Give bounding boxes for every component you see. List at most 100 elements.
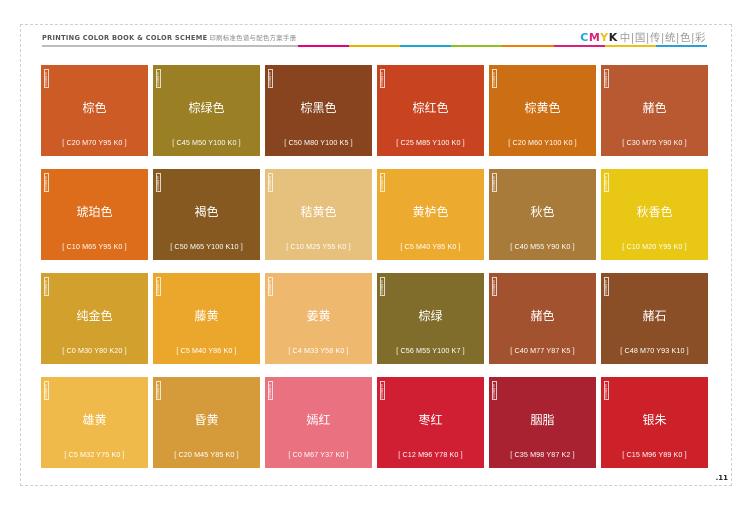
brand-letter-k: K	[608, 31, 618, 44]
swatch-name: 棕绿	[418, 309, 443, 323]
swatch-badge: 中国色彩	[604, 173, 609, 192]
header-title-cn: 印刷标准色谱与配色方案手册	[209, 34, 297, 42]
header-title-en: PRINTING COLOR BOOK & COLOR SCHEME	[42, 34, 208, 42]
swatch-badge: 中国色彩	[268, 277, 273, 296]
swatch-cmyk-code: [ C15 M96 Y89 K0 ]	[622, 450, 687, 459]
color-swatch: 中国色彩棕绿 [ C56 M55 Y100 K7 ]	[377, 273, 484, 364]
swatch-badge: 中国色彩	[44, 69, 49, 88]
color-swatch: 中国色彩 棕色 [ C20 M70 Y95 K0 ]	[41, 65, 148, 156]
color-swatch: 中国色彩 昏黄 [ C20 M45 Y85 K0 ]	[153, 377, 260, 468]
color-swatch: 中国色彩嫣红 [ C0 M67 Y37 K0 ]	[265, 377, 372, 468]
swatch-cmyk-code: [ C4 M33 Y58 K0 ]	[288, 346, 349, 355]
divider-segment	[348, 45, 401, 47]
swatch-name: 黄栌色	[412, 205, 449, 219]
color-swatch: 中国色彩银朱 [ C15 M96 Y89 K0 ]	[601, 377, 708, 468]
swatch-cmyk-code: [ C20 M45 Y85 K0 ]	[174, 450, 239, 459]
swatch-name: 银朱	[642, 413, 667, 427]
swatch-name: 褐色	[194, 205, 219, 219]
divider-segment	[400, 45, 452, 47]
brand-letter-c: C	[580, 31, 589, 44]
swatch-name: 昏黄	[194, 413, 219, 427]
color-swatch: 中国色彩赭色 [ C30 M75 Y90 K0 ]	[601, 65, 708, 156]
color-swatch: 中国色彩秋香色 [ C10 M20 Y95 K0 ]	[601, 169, 708, 260]
brand-letter-y: Y	[600, 31, 609, 44]
swatch-badge: 中国色彩	[380, 69, 385, 88]
swatch-cmyk-code: [ C10 M65 Y95 K0 ]	[62, 242, 127, 251]
color-swatch: 中国色彩 秸黄色 [ C10 M25 Y55 K0 ]	[265, 169, 372, 260]
swatch-cmyk-code: [ C5 M40 Y86 K0 ]	[176, 346, 237, 355]
swatch-badge: 中国色彩	[44, 173, 49, 192]
swatch-cmyk-code: [ C0 M67 Y37 K0 ]	[288, 450, 349, 459]
swatch-name: 棕黑色	[300, 101, 337, 115]
swatch-badge: 中国色彩	[380, 173, 385, 192]
color-swatch: 中国色彩 棕红色 [ C25 M85 Y100 K0 ]	[377, 65, 484, 156]
swatch-name: 嫣红	[306, 413, 331, 427]
swatch-badge: 中国色彩	[604, 277, 609, 296]
swatch-badge: 中国色彩	[156, 69, 161, 88]
swatch-badge: 中国色彩	[44, 381, 49, 400]
swatch-name: 赭石	[642, 309, 667, 323]
swatch-cmyk-code: [ C45 M50 Y100 K0 ]	[172, 138, 241, 147]
color-swatch: 中国色彩 赭色 [ C40 M77 Y87 K5 ]	[489, 273, 596, 364]
swatch-name: 秋色	[530, 205, 555, 219]
divider-segment	[655, 45, 708, 47]
swatch-name: 姜黄	[306, 309, 331, 323]
swatch-name: 秋香色	[636, 205, 673, 219]
divider-segment	[553, 45, 605, 47]
color-swatch: 中国色彩棕黄色 [ C20 M60 Y100 K0 ]	[489, 65, 596, 156]
divider-segment	[502, 45, 554, 47]
color-swatch: 中国色彩琥珀色 [ C10 M65 Y95 K0 ]	[41, 169, 148, 260]
header-divider	[42, 45, 708, 47]
divider-gray	[42, 45, 298, 47]
color-swatch: 中国色彩藤黄 [ C5 M40 Y86 K0 ]	[153, 273, 260, 364]
swatch-name: 棕黄色	[524, 101, 561, 115]
swatch-badge: 中国色彩	[492, 69, 497, 88]
swatch-badge: 中国色彩	[492, 277, 497, 296]
swatch-cmyk-code: [ C50 M80 Y100 K5 ]	[284, 138, 353, 147]
swatch-badge: 中国色彩	[380, 381, 385, 400]
color-swatch: 中国色彩 胭脂 [ C35 M98 Y87 K2 ]	[489, 377, 596, 468]
swatch-cmyk-code: [ C40 M77 Y87 K5 ]	[510, 346, 575, 355]
color-swatch: 中国色彩 枣红 [ C12 M96 Y78 K0 ]	[377, 377, 484, 468]
swatch-badge: 中国色彩	[268, 173, 273, 192]
swatch-cmyk-code: [ C0 M30 Y80 K20 ]	[62, 346, 127, 355]
color-swatch: 中国色彩秋色 [ C40 M55 Y90 K0 ]	[489, 169, 596, 260]
divider-segment	[451, 45, 503, 47]
swatch-badge: 中国色彩	[380, 277, 385, 296]
swatch-name: 赭色	[642, 101, 667, 115]
swatch-badge: 中国色彩	[492, 381, 497, 400]
divider-segment	[604, 45, 656, 47]
swatch-name: 秸黄色	[300, 205, 337, 219]
swatch-badge: 中国色彩	[604, 381, 609, 400]
swatch-cmyk-code: [ C48 M70 Y93 K10 ]	[620, 346, 689, 355]
swatch-cmyk-code: [ C20 M70 Y95 K0 ]	[62, 138, 127, 147]
swatch-cmyk-code: [ C40 M55 Y90 K0 ]	[510, 242, 575, 251]
header-title: PRINTING COLOR BOOK & COLOR SCHEME 印刷标准色谱…	[42, 33, 296, 42]
swatch-cmyk-code: [ C5 M32 Y75 K0 ]	[64, 450, 125, 459]
color-swatch: 中国色彩 纯金色 [ C0 M30 Y80 K20 ]	[41, 273, 148, 364]
swatch-badge: 中国色彩	[156, 277, 161, 296]
color-swatch: 中国色彩姜黄 [ C4 M33 Y58 K0 ]	[265, 273, 372, 364]
swatch-name: 藤黄	[194, 309, 219, 323]
color-swatch: 中国色彩 黄栌色 [ C5 M40 Y85 K0 ]	[377, 169, 484, 260]
color-swatch: 中国色彩 雄黄 [ C5 M32 Y75 K0 ]	[41, 377, 148, 468]
color-swatch: 中国色彩棕绿色 [ C45 M50 Y100 K0 ]	[153, 65, 260, 156]
swatch-badge: 中国色彩	[268, 69, 273, 88]
swatch-cmyk-code: [ C35 M98 Y87 K2 ]	[510, 450, 575, 459]
swatch-badge: 中国色彩	[604, 69, 609, 88]
swatch-badge: 中国色彩	[44, 277, 49, 296]
swatch-name: 琥珀色	[76, 205, 113, 219]
swatch-cmyk-code: [ C20 M60 Y100 K0 ]	[508, 138, 577, 147]
swatch-name: 棕绿色	[188, 101, 225, 115]
swatch-cmyk-code: [ C56 M55 Y100 K7 ]	[396, 346, 465, 355]
swatch-cmyk-code: [ C30 M75 Y90 K0 ]	[622, 138, 687, 147]
brand-cn: 中|国|传|统|色|彩	[619, 32, 706, 44]
color-swatch: 中国色彩 褐色 [ C50 M65 Y100 K10 ]	[153, 169, 260, 260]
swatch-badge: 中国色彩	[268, 381, 273, 400]
swatch-badge: 中国色彩	[156, 173, 161, 192]
brand-letter-m: M	[588, 31, 601, 44]
swatch-cmyk-code: [ C10 M20 Y95 K0 ]	[622, 242, 687, 251]
swatch-cmyk-code: [ C12 M96 Y78 K0 ]	[398, 450, 463, 459]
swatch-name: 棕红色	[412, 101, 449, 115]
swatch-badge: 中国色彩	[492, 173, 497, 192]
